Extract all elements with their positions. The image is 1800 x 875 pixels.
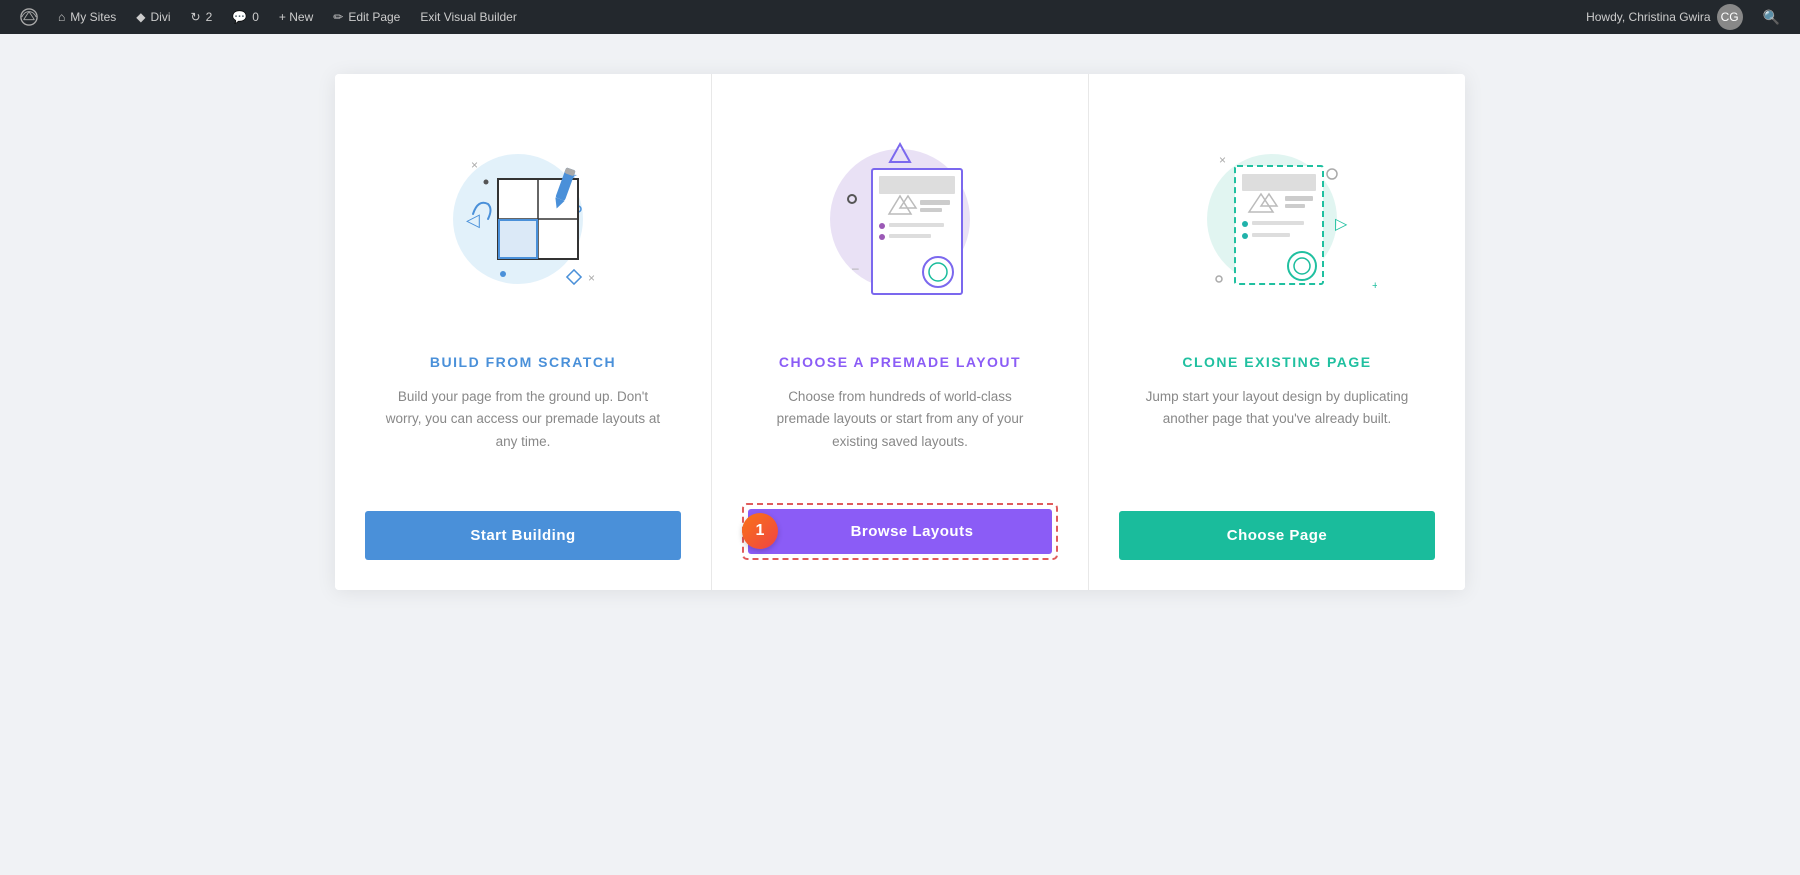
- edit-page-label: Edit Page: [348, 10, 400, 24]
- updates-item[interactable]: ↻ 2: [183, 0, 221, 34]
- premade-svg: × –: [800, 124, 1000, 324]
- clone-header-bar: [1242, 174, 1316, 191]
- edit-icon: ✏: [333, 10, 343, 24]
- clone-row2: [1252, 233, 1290, 237]
- premade-purple-dot: [879, 223, 885, 229]
- browse-layouts-wrapper: 1 Browse Layouts: [742, 503, 1058, 560]
- premade-row-line1: [889, 223, 944, 227]
- clone-x-deco: ×: [1219, 153, 1226, 167]
- start-building-button[interactable]: Start Building: [365, 511, 681, 560]
- search-icon[interactable]: 🔍: [1755, 9, 1788, 26]
- clone-plus-deco: +: [1372, 280, 1377, 292]
- scratch-desc: Build your page from the ground up. Don'…: [383, 386, 663, 453]
- edit-page-item[interactable]: ✏ Edit Page: [325, 0, 408, 34]
- exit-builder-item[interactable]: Exit Visual Builder: [412, 0, 525, 34]
- admin-bar: ⌂ My Sites ◆ Divi ↻ 2 💬 0 + New ✏ Edit P…: [0, 0, 1800, 34]
- clone-title: CLONE EXISTING PAGE: [1182, 354, 1371, 370]
- updates-icon: ↻: [191, 10, 201, 24]
- scratch-small-dot: [484, 180, 489, 185]
- wordpress-icon: [20, 8, 38, 26]
- my-sites-icon: ⌂: [58, 10, 65, 24]
- divi-icon: ◆: [136, 10, 145, 24]
- browse-badge: 1: [742, 513, 778, 549]
- avatar: CG: [1717, 4, 1743, 30]
- premade-title: CHOOSE A PREMADE LAYOUT: [779, 354, 1021, 370]
- comments-icon: 💬: [232, 10, 247, 24]
- clone-arrow: ▷: [1335, 216, 1348, 233]
- scratch-illustration: × + ◁: [423, 124, 623, 324]
- browse-layouts-button[interactable]: Browse Layouts: [748, 509, 1052, 554]
- premade-desc: Choose from hundreds of world-class prem…: [760, 386, 1040, 453]
- premade-line2: [920, 208, 942, 212]
- scratch-svg: × + ◁: [423, 124, 623, 324]
- clone-circle-deco: [1327, 169, 1337, 179]
- scratch-dot: [500, 271, 506, 277]
- wp-logo-item[interactable]: [12, 0, 46, 34]
- new-label: + New: [279, 10, 313, 24]
- premade-x2-deco: –: [852, 261, 859, 275]
- scratch-x2: ×: [588, 271, 595, 285]
- clone-line1: [1285, 196, 1313, 201]
- clone-svg: × +: [1177, 124, 1377, 324]
- divi-label: Divi: [151, 10, 171, 24]
- premade-purple-dot2: [879, 234, 885, 240]
- user-greeting: Howdy, Christina Gwira: [1586, 10, 1710, 24]
- comments-count: 0: [252, 10, 259, 24]
- exit-builder-label: Exit Visual Builder: [420, 10, 517, 24]
- premade-dot-left: [848, 195, 856, 203]
- my-sites-item[interactable]: ⌂ My Sites: [50, 0, 124, 34]
- comments-item[interactable]: 💬 0: [224, 0, 267, 34]
- choose-page-button[interactable]: Choose Page: [1119, 511, 1435, 560]
- premade-triangle: [890, 144, 910, 162]
- scratch-title: BUILD FROM SCRATCH: [430, 354, 616, 370]
- my-sites-label: My Sites: [70, 10, 116, 24]
- build-from-scratch-card: × + ◁: [335, 74, 712, 590]
- premade-layout-card: × –: [712, 74, 1089, 590]
- clone-teal-dot2: [1242, 233, 1248, 239]
- clone-line2: [1285, 204, 1305, 208]
- premade-line1: [920, 200, 950, 205]
- user-info[interactable]: Howdy, Christina Gwira CG: [1578, 4, 1750, 30]
- badge-number: 1: [756, 522, 765, 540]
- premade-row-line2: [889, 234, 931, 238]
- clone-desc: Jump start your layout design by duplica…: [1137, 386, 1417, 431]
- cards-container: × + ◁: [335, 74, 1465, 590]
- new-item[interactable]: + New: [271, 0, 321, 34]
- scratch-x-deco: ×: [471, 158, 478, 172]
- scratch-blue-cell: [499, 220, 537, 258]
- clone-page-card: × +: [1089, 74, 1465, 590]
- main-content: × + ◁: [0, 34, 1800, 841]
- premade-header-bar: [879, 176, 955, 194]
- clone-illustration: × +: [1177, 124, 1377, 324]
- premade-illustration: × –: [800, 124, 1000, 324]
- updates-count: 2: [206, 10, 213, 24]
- clone-row1: [1252, 221, 1304, 225]
- divi-item[interactable]: ◆ Divi: [128, 0, 178, 34]
- clone-dot-bl: [1216, 276, 1222, 282]
- scratch-diamond: [567, 270, 581, 284]
- clone-teal-dot1: [1242, 221, 1248, 227]
